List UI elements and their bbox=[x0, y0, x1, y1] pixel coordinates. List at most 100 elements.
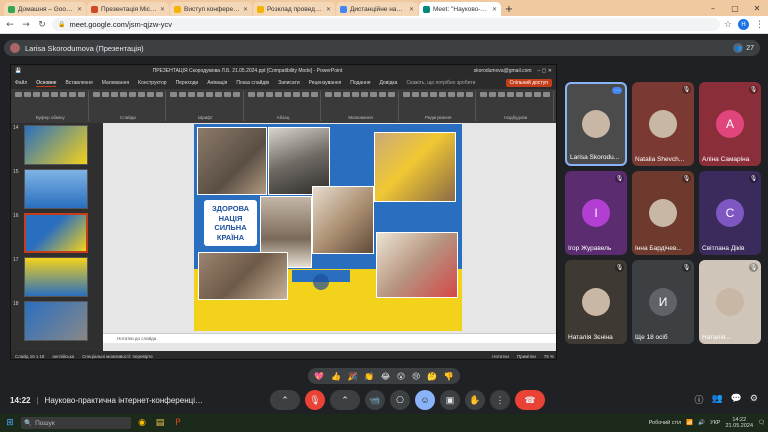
participant-tile[interactable]: 🎙 Інна Бардічев... bbox=[632, 171, 694, 255]
windows-start-icon[interactable]: ⊞ bbox=[3, 416, 17, 430]
ribbon-tool-icon[interactable] bbox=[420, 92, 428, 97]
ribbon-tool-icon[interactable] bbox=[525, 92, 533, 97]
bookmark-star-icon[interactable]: ☆ bbox=[724, 20, 732, 30]
ribbon-tool-icon[interactable] bbox=[543, 92, 551, 97]
ppt-share-button[interactable]: Спільний доступ bbox=[505, 79, 552, 87]
ppt-menu-tab[interactable]: Подання bbox=[350, 80, 370, 86]
slide-thumbnail[interactable]: 15 bbox=[13, 169, 101, 209]
close-tab-icon[interactable]: ✕ bbox=[326, 6, 331, 13]
activities-icon[interactable]: ⚙ bbox=[750, 393, 758, 406]
ribbon-tool-icon[interactable] bbox=[197, 92, 205, 97]
close-tab-icon[interactable]: ✕ bbox=[160, 6, 165, 13]
participant-tile[interactable]: C 🎙 Світлана Діків bbox=[699, 171, 761, 255]
close-tab-icon[interactable]: ✕ bbox=[77, 6, 82, 13]
browser-tab[interactable]: Meet: "Науково-практичн✕ bbox=[419, 2, 501, 16]
participant-tile[interactable]: 🎙 Natalia Shevch... bbox=[632, 82, 694, 166]
ribbon-tool-icon[interactable] bbox=[283, 92, 291, 97]
ribbon-tool-icon[interactable] bbox=[301, 92, 309, 97]
ppt-tell-me-search[interactable]: Скажіть, що потрібно зробити bbox=[406, 80, 475, 86]
ribbon-tool-icon[interactable] bbox=[146, 92, 154, 97]
ribbon-tool-icon[interactable] bbox=[110, 92, 118, 97]
ribbon-tool-icon[interactable] bbox=[429, 92, 437, 97]
ppt-menu-tab[interactable]: Основне bbox=[36, 80, 57, 87]
reaction-emoji-button[interactable]: 🎉 bbox=[348, 372, 358, 381]
ribbon-tool-icon[interactable] bbox=[137, 92, 145, 97]
ribbon-tool-icon[interactable] bbox=[170, 92, 178, 97]
ribbon-tool-icon[interactable] bbox=[274, 92, 282, 97]
ppt-menu-tab[interactable]: Рецензування bbox=[309, 80, 342, 86]
reaction-emoji-button[interactable]: 👏 bbox=[364, 372, 374, 381]
profile-avatar[interactable]: H bbox=[738, 19, 749, 30]
ribbon-tool-icon[interactable] bbox=[51, 92, 58, 97]
file-explorer-icon[interactable]: ▤ bbox=[153, 416, 167, 430]
menu-kebab-icon[interactable]: ⋮ bbox=[755, 20, 764, 30]
minimize-icon[interactable]: – bbox=[702, 0, 724, 16]
ribbon-tool-icon[interactable] bbox=[361, 92, 369, 97]
url-field[interactable]: 🔒 meet.google.com/jsm-qjzw-ycv bbox=[52, 18, 720, 31]
participant-tile[interactable]: И 🎙 Ще 18 осіб bbox=[632, 260, 694, 344]
ribbon-tool-icon[interactable] bbox=[411, 92, 419, 97]
participant-tile[interactable]: A 🎙 Аліна Самаріна bbox=[699, 82, 761, 166]
mic-toggle-button[interactable]: 🎙 bbox=[305, 390, 325, 410]
ribbon-tool-icon[interactable] bbox=[179, 92, 187, 97]
close-tab-icon[interactable]: ✕ bbox=[409, 6, 414, 13]
ppt-menu-tab[interactable]: Записати bbox=[278, 80, 300, 86]
raise-hand-button[interactable]: ✋ bbox=[465, 390, 485, 410]
slide-thumbnail[interactable]: 17 bbox=[13, 257, 101, 297]
captions-button[interactable]: ⎔ bbox=[390, 390, 410, 410]
close-tab-icon[interactable]: ✕ bbox=[492, 6, 497, 13]
ppt-menu-tab[interactable]: Показ слайдів bbox=[236, 80, 269, 86]
ribbon-tool-icon[interactable] bbox=[489, 92, 497, 97]
ribbon-tool-icon[interactable] bbox=[480, 92, 488, 97]
reaction-emoji-button[interactable]: 😮 bbox=[397, 372, 405, 381]
ribbon-tool-icon[interactable] bbox=[516, 92, 524, 97]
ribbon-tool-icon[interactable] bbox=[438, 92, 446, 97]
ribbon-tool-icon[interactable] bbox=[33, 92, 40, 97]
ppt-menu-tab[interactable]: Конструктор bbox=[138, 80, 167, 86]
notifications-icon[interactable]: 🗨 bbox=[758, 420, 765, 426]
browser-tab[interactable]: Дистанційне навчання в ВСП✕ bbox=[336, 2, 418, 16]
more-options-button[interactable]: ⋮ bbox=[490, 390, 510, 410]
maximize-icon[interactable]: ▢ bbox=[724, 0, 746, 16]
ribbon-tool-icon[interactable] bbox=[155, 92, 163, 97]
ppt-menu-tab[interactable]: Вставлення bbox=[65, 80, 92, 86]
chrome-icon[interactable]: ◉ bbox=[135, 416, 149, 430]
ribbon-tool-icon[interactable] bbox=[534, 92, 542, 97]
reload-icon[interactable]: ↻ bbox=[36, 20, 48, 30]
ribbon-tool-icon[interactable] bbox=[370, 92, 378, 97]
browser-tab[interactable]: Домашня – Google Диск✕ bbox=[4, 2, 86, 16]
ribbon-tool-icon[interactable] bbox=[325, 92, 333, 97]
ribbon-tool-icon[interactable] bbox=[292, 92, 300, 97]
reactions-button[interactable]: ☺ bbox=[415, 390, 435, 410]
ribbon-tool-icon[interactable] bbox=[343, 92, 351, 97]
ribbon-tool-icon[interactable] bbox=[188, 92, 196, 97]
forward-icon[interactable]: → bbox=[20, 20, 32, 30]
ribbon-tool-icon[interactable] bbox=[15, 92, 22, 97]
ribbon-tool-icon[interactable] bbox=[224, 92, 232, 97]
people-icon[interactable]: 👥 bbox=[711, 393, 722, 406]
ribbon-tool-icon[interactable] bbox=[119, 92, 127, 97]
powerpoint-icon[interactable]: P bbox=[171, 416, 185, 430]
ribbon-tool-icon[interactable] bbox=[233, 92, 241, 97]
present-button[interactable]: ▣ bbox=[440, 390, 460, 410]
ppt-menu-tab[interactable]: Файл bbox=[15, 80, 27, 86]
reaction-emoji-button[interactable]: 🤔 bbox=[427, 372, 437, 381]
slide-thumbnail[interactable]: 14 bbox=[13, 125, 101, 165]
ribbon-tool-icon[interactable] bbox=[456, 92, 464, 97]
slide-thumbnail[interactable]: 18 bbox=[13, 301, 101, 341]
ribbon-tool-icon[interactable] bbox=[92, 92, 100, 97]
ppt-menu-tab[interactable]: Анімація bbox=[207, 80, 227, 86]
reaction-emoji-button[interactable]: 👎 bbox=[444, 372, 454, 381]
ribbon-tool-icon[interactable] bbox=[507, 92, 515, 97]
ribbon-tool-icon[interactable] bbox=[379, 92, 387, 97]
mic-options-button[interactable]: ⌃ bbox=[270, 390, 300, 410]
language-indicator[interactable]: УКР bbox=[710, 420, 720, 426]
ribbon-tool-icon[interactable] bbox=[256, 92, 264, 97]
participant-tile[interactable]: 🎙 Наталія Зєніна bbox=[565, 260, 627, 344]
ribbon-tool-icon[interactable] bbox=[265, 92, 273, 97]
wifi-icon[interactable]: 📶 bbox=[686, 420, 693, 426]
browser-tab[interactable]: Презентація Microsoft PowerPoint✕ bbox=[87, 2, 169, 16]
new-tab-button[interactable]: + bbox=[502, 2, 516, 16]
info-icon[interactable]: ⓘ bbox=[694, 393, 703, 406]
ribbon-tool-icon[interactable] bbox=[128, 92, 136, 97]
